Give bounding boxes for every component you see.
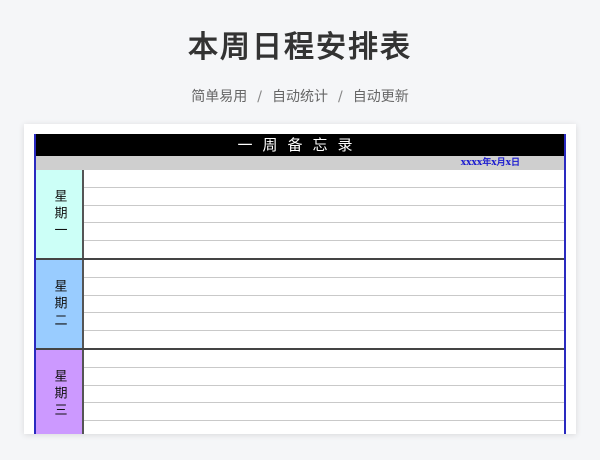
template-preview-card: 一周备忘录 xxxx年x月x日 星期一 星期二 星期三	[24, 124, 576, 434]
entry-line[interactable]	[84, 386, 564, 404]
memo-sheet: 一周备忘录 xxxx年x月x日 星期一 星期二 星期三	[34, 134, 566, 434]
entry-line[interactable]	[84, 223, 564, 242]
entry-line[interactable]	[84, 350, 564, 368]
entry-line[interactable]	[84, 206, 564, 224]
tag-separator: /	[338, 89, 343, 105]
feature-tag: 自动更新	[352, 89, 409, 105]
date-cell[interactable]: xxxx年x月x日	[461, 156, 520, 170]
day-entry-lines	[84, 170, 564, 258]
entry-line[interactable]	[84, 241, 564, 258]
day-entry-lines	[84, 350, 564, 434]
page-title: 本周日程安排表	[188, 30, 412, 65]
feature-tag: 自动统计	[272, 89, 328, 105]
day-label: 星期一	[36, 170, 84, 258]
feature-tag: 简单易用	[191, 89, 248, 105]
day-block-tuesday: 星期二	[36, 260, 564, 350]
feature-tags: 简单易用 / 自动统计 / 自动更新	[0, 86, 600, 106]
entry-line[interactable]	[84, 313, 564, 332]
entry-line[interactable]	[84, 331, 564, 348]
entry-line[interactable]	[84, 188, 564, 206]
entry-line[interactable]	[84, 368, 564, 386]
day-label: 星期二	[36, 260, 84, 348]
date-row: xxxx年x月x日	[36, 156, 564, 170]
day-block-wednesday: 星期三	[36, 350, 564, 434]
day-label: 星期三	[36, 350, 84, 434]
day-block-monday: 星期一	[36, 170, 564, 260]
entry-line[interactable]	[84, 421, 564, 434]
entry-line[interactable]	[84, 403, 564, 422]
entry-line[interactable]	[84, 170, 564, 188]
tag-separator: /	[257, 89, 262, 105]
entry-line[interactable]	[84, 296, 564, 314]
entry-line[interactable]	[84, 260, 564, 278]
day-entry-lines	[84, 260, 564, 348]
sheet-header: 一周备忘录	[36, 134, 564, 156]
entry-line[interactable]	[84, 278, 564, 296]
